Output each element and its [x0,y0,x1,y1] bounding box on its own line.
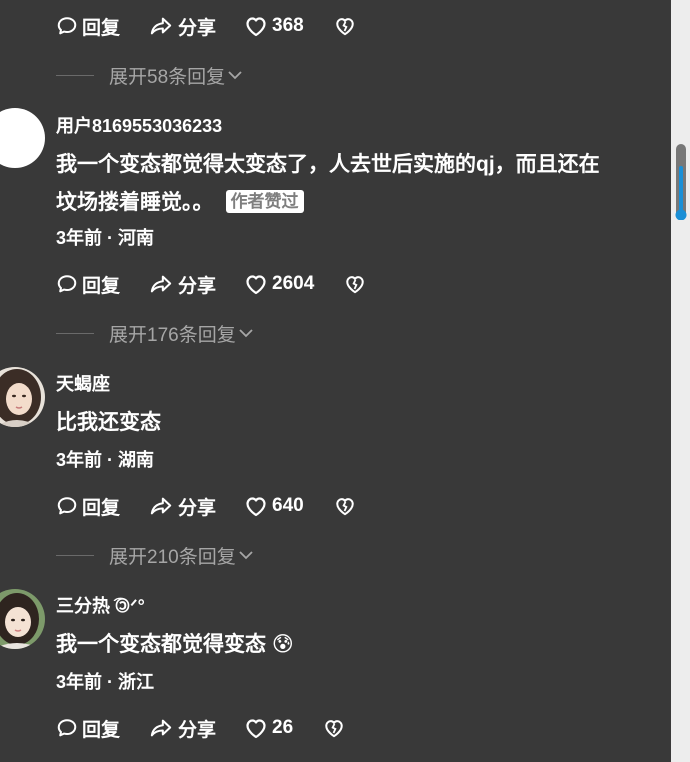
reply-button[interactable]: 回复 [56,715,120,742]
reply-icon [57,275,77,293]
avatar[interactable] [0,589,45,649]
share-button[interactable]: 分享 [148,271,216,298]
comment-text: 比我还变态 [56,411,161,434]
like-count: 2604 [272,273,315,294]
expand-replies[interactable]: 展开58条回复 [56,62,243,88]
reply-label: 回复 [82,17,121,39]
avatar-photo-icon [0,367,45,427]
divider-line [56,554,94,556]
dislike-button[interactable] [334,496,360,516]
comment-text-continued: 坟场搂着睡觉。。 [56,191,214,214]
broken-heart-icon [325,720,343,738]
comment-meta: 3年前 · 浙江 [56,672,155,692]
avatar[interactable] [0,108,45,168]
comment-text-line-2: 坟场搂着睡觉。。 作者赞过 [56,186,304,220]
dislike-button[interactable] [344,274,370,294]
divider-line [56,332,94,334]
avatar-photo-icon [0,589,45,649]
heart-icon [246,17,266,37]
comment-actions: 回复 分享 640 [56,491,360,521]
share-label: 分享 [178,497,217,519]
reply-label: 回复 [82,497,121,519]
broken-heart-icon [336,498,354,516]
author-liked-badge: 作者赞过 [225,190,304,213]
username[interactable]: 三分热 ͡🄯ᐟ° [56,593,145,619]
share-label: 分享 [178,719,217,741]
like-button[interactable]: 2604 [244,273,314,295]
share-button[interactable]: 分享 [148,493,216,520]
expand-replies[interactable]: 展开176条回复 [56,320,254,346]
divider-line [56,74,94,76]
like-count: 640 [272,495,304,516]
dislike-button[interactable] [334,16,360,36]
share-button[interactable]: 分享 [148,13,216,40]
broken-heart-icon [346,276,365,294]
heart-icon [246,719,266,739]
reply-icon [57,17,77,35]
comment-text: 我一个变态都觉得太变态了，人去世后实施的qj，而且还在 [56,153,600,176]
reply-icon [57,497,77,515]
expand-label: 展开58条回复 [109,66,226,88]
dislike-button[interactable] [323,718,349,738]
like-button[interactable]: 368 [244,15,304,37]
share-button[interactable]: 分享 [148,715,216,742]
comment-meta: 3年前 · 河南 [56,228,155,248]
reply-button[interactable]: 回复 [56,493,120,520]
avatar[interactable] [0,367,45,427]
chevron-down-icon [239,329,253,338]
expand-label: 展开210条回复 [109,546,236,568]
username[interactable]: 用户8169553036233 [56,113,222,139]
share-icon [150,719,172,737]
reply-button[interactable]: 回复 [56,271,120,298]
comment-actions: 回复 分享 26 [56,713,349,743]
comment-actions: 回复 分享 368 [56,11,360,41]
share-icon [150,17,172,35]
share-icon [150,497,172,515]
username[interactable]: 天蝎座 [56,371,110,397]
reply-label: 回复 [82,719,121,741]
share-label: 分享 [178,17,217,39]
comment-text: 我一个变态都觉得变态 😰 [56,633,294,656]
share-icon [150,275,172,293]
expand-replies[interactable]: 展开210条回复 [56,542,254,568]
expand-label: 展开176条回复 [109,324,236,346]
heart-icon [246,497,266,517]
like-count: 368 [272,15,304,36]
reply-button[interactable]: 回复 [56,13,120,40]
reply-label: 回复 [82,275,121,297]
comment-actions: 回复 分享 2604 [56,269,370,299]
heart-icon [246,275,266,295]
scrollbar-track[interactable] [671,0,690,762]
reply-icon [57,719,77,737]
like-button[interactable]: 26 [244,717,293,739]
scrollbar-thumb-icon [675,144,687,221]
chevron-down-icon [239,551,253,560]
broken-heart-icon [336,18,354,36]
comment-meta: 3年前 · 湖南 [56,450,155,470]
like-button[interactable]: 640 [244,495,304,517]
like-count: 26 [272,717,294,738]
share-label: 分享 [178,275,217,297]
chevron-down-icon [228,71,242,80]
scrollbar-thumb[interactable] [673,144,689,221]
